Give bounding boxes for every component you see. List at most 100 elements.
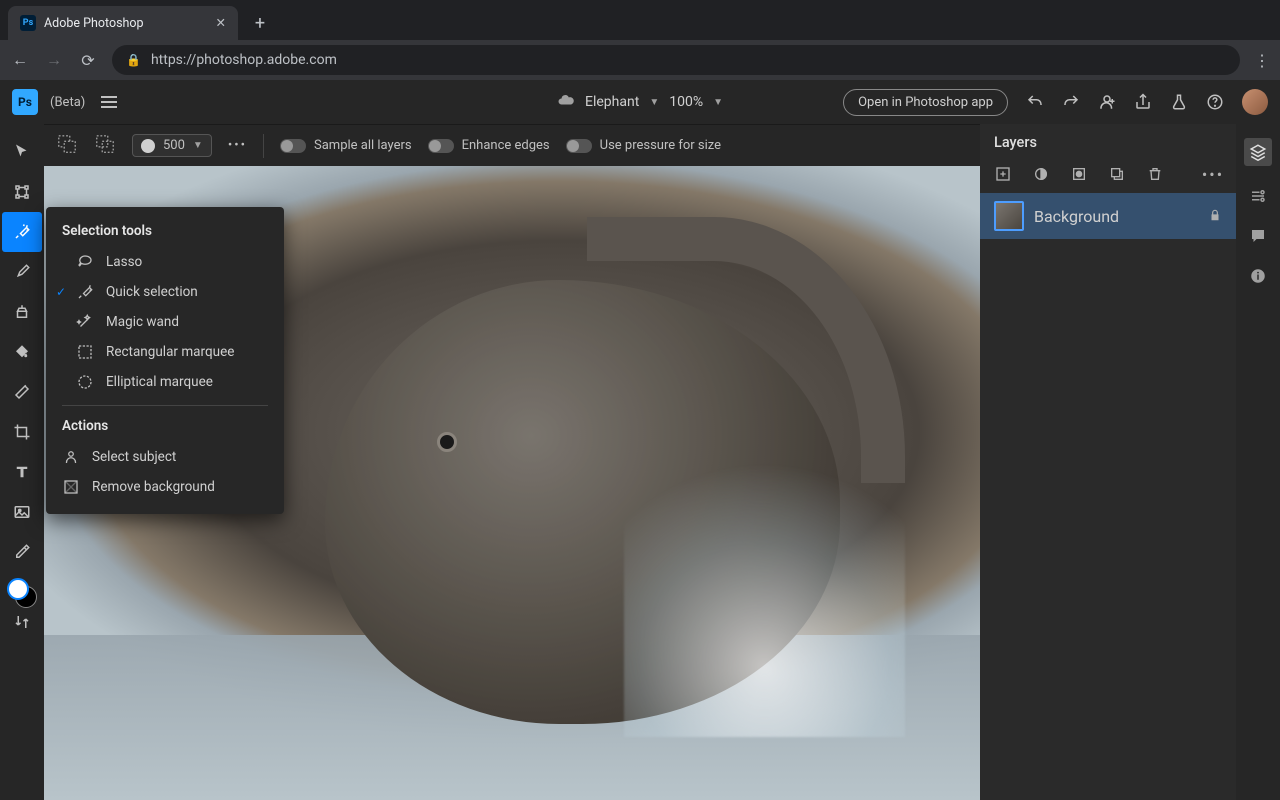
chevron-down-icon[interactable]: ▼ [649,97,659,108]
select-subject-item[interactable]: Select subject [46,442,284,472]
selection-tools-flyout: Selection tools Lasso ✓ Quick selection … [46,207,284,514]
color-swatches[interactable] [7,578,37,608]
canvas-image [624,388,905,737]
quick-selection-item[interactable]: ✓ Quick selection [46,277,284,307]
sample-all-layers-label: Sample all layers [314,138,412,153]
swap-colors-button[interactable] [2,608,42,636]
magic-wand-label: Magic wand [106,314,179,330]
elliptical-marquee-item[interactable]: Elliptical marquee [46,367,284,397]
browser-tab[interactable]: Ps Adobe Photoshop ✕ [8,6,238,40]
eyedropper-tool[interactable] [2,532,42,572]
remove-background-item[interactable]: Remove background [46,472,284,502]
lasso-icon [76,253,94,271]
enhance-edges-label: Enhance edges [462,138,550,153]
enhance-edges-toggle[interactable] [428,139,454,153]
brush-tool[interactable] [2,252,42,292]
use-pressure-toggle[interactable] [566,139,592,153]
brush-size-value: 500 [163,138,185,153]
remove-background-icon [62,478,80,496]
share-icon[interactable] [1134,93,1152,111]
layers-toolbar: ••• [980,161,1236,193]
mask-button[interactable] [1070,165,1088,183]
cloud-icon [557,91,575,113]
doc-name[interactable]: Elephant [585,94,639,110]
tab-title: Adobe Photoshop [44,16,144,31]
layers-panel-icon[interactable] [1244,138,1272,166]
add-layer-button[interactable] [994,165,1012,183]
flyout-section-title: Selection tools [46,219,284,247]
help-icon[interactable] [1206,93,1224,111]
layers-panel: Layers ••• Background [980,124,1236,800]
browser-tab-strip: Ps Adobe Photoshop ✕ + [0,0,1280,40]
divider [263,134,264,158]
right-panel-strip [1236,124,1280,800]
divider [62,405,268,406]
doc-title-group: Elephant ▼ 100% ▼ [557,91,723,113]
left-toolbar [0,124,44,800]
elliptical-marquee-icon [76,373,94,391]
main-menu-button[interactable] [101,96,117,108]
undo-button[interactable] [1026,93,1044,111]
favicon-icon: Ps [20,15,36,31]
beta-label: (Beta) [50,95,85,110]
layer-options-button[interactable] [1108,165,1126,183]
fill-tool[interactable] [2,332,42,372]
layer-row[interactable]: Background [980,193,1236,239]
transform-tool[interactable] [2,172,42,212]
beaker-icon[interactable] [1170,93,1188,111]
back-button[interactable]: ← [10,50,30,70]
quick-selection-tool[interactable] [2,212,42,252]
url-text: https://photoshop.adobe.com [151,52,337,68]
move-tool[interactable] [2,132,42,172]
chevron-down-icon: ▼ [193,140,203,151]
type-tool[interactable] [2,452,42,492]
properties-panel-icon[interactable] [1248,186,1268,206]
selection-add-icon[interactable] [56,133,78,159]
elliptical-marquee-label: Elliptical marquee [106,374,213,390]
check-icon: ✓ [56,285,66,299]
comments-panel-icon[interactable] [1248,226,1268,246]
redo-button[interactable] [1062,93,1080,111]
place-image-tool[interactable] [2,492,42,532]
ps-logo-icon[interactable]: Ps [12,89,38,115]
forward-button[interactable]: → [44,50,64,70]
info-panel-icon[interactable] [1248,266,1268,286]
zoom-level[interactable]: 100% [669,94,703,110]
lock-icon: 🔒 [126,53,141,67]
rectangular-marquee-item[interactable]: Rectangular marquee [46,337,284,367]
rectangular-marquee-icon [76,343,94,361]
url-field[interactable]: 🔒 https://photoshop.adobe.com [112,45,1240,75]
invite-icon[interactable] [1098,93,1116,111]
more-options-button[interactable]: ••• [228,138,247,153]
lock-icon[interactable] [1208,207,1222,226]
lasso-label: Lasso [106,254,142,270]
healing-brush-tool[interactable] [2,372,42,412]
user-avatar[interactable] [1242,89,1268,115]
select-subject-label: Select subject [92,449,176,465]
clone-stamp-tool[interactable] [2,292,42,332]
browser-menu-button[interactable]: ⋮ [1254,51,1270,70]
layer-thumbnail [994,201,1024,231]
magic-wand-icon [76,313,94,331]
open-in-app-button[interactable]: Open in Photoshop app [843,89,1008,116]
quick-selection-icon [76,283,94,301]
adjustment-layer-button[interactable] [1032,165,1050,183]
close-icon[interactable]: ✕ [216,15,226,31]
lasso-tool-item[interactable]: Lasso [46,247,284,277]
foreground-color[interactable] [7,578,29,600]
remove-background-label: Remove background [92,479,215,495]
delete-layer-button[interactable] [1146,165,1164,183]
new-tab-button[interactable]: + [246,9,274,37]
chevron-down-icon[interactable]: ▼ [713,97,723,108]
magic-wand-item[interactable]: Magic wand [46,307,284,337]
select-subject-icon [62,448,80,466]
layers-more-button[interactable]: ••• [1204,165,1222,183]
reload-button[interactable]: ⟳ [78,51,98,70]
quick-selection-label: Quick selection [106,284,198,300]
sample-all-layers-toggle[interactable] [280,139,306,153]
flyout-section-title: Actions [46,414,284,442]
brush-size-picker[interactable]: 500 ▼ [132,134,212,157]
selection-subtract-icon[interactable] [94,133,116,159]
crop-tool[interactable] [2,412,42,452]
app-header: Ps (Beta) Elephant ▼ 100% ▼ Open in Phot… [0,80,1280,124]
